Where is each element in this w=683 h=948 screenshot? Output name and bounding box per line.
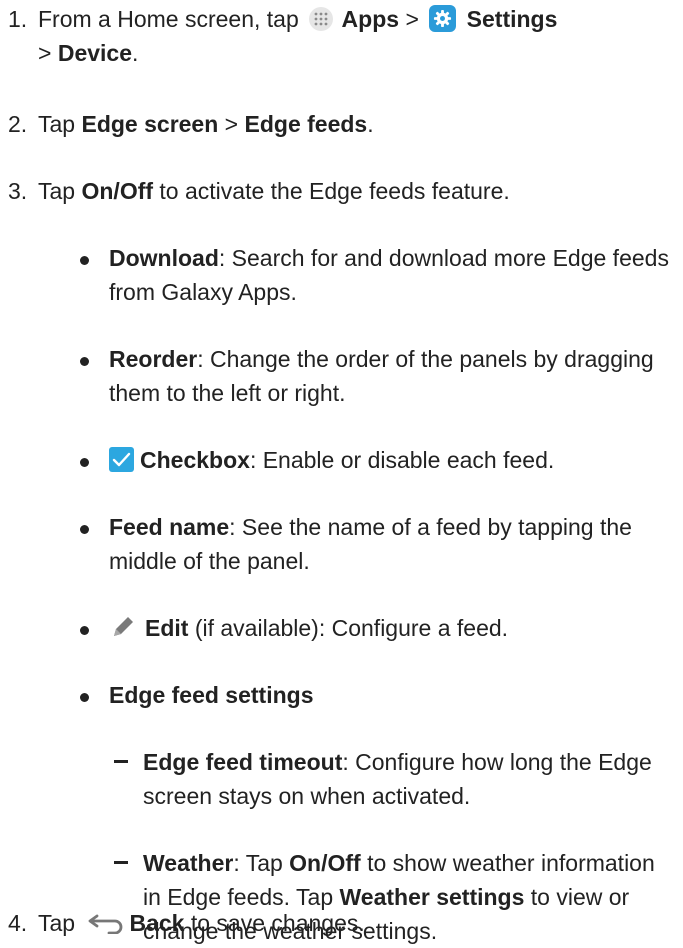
step-end: .: [132, 40, 139, 66]
settings-gear-icon: [429, 5, 457, 32]
bullet-text: Feed name: See the name of a feed by tap…: [109, 510, 677, 578]
bullet-text: Reorder: Change the order of the panels …: [109, 342, 677, 410]
bullet-desc: (if available): Configure a feed.: [188, 615, 509, 641]
step-text-segment: From a Home screen, tap: [38, 6, 299, 32]
bullet-dot: [80, 458, 89, 467]
bullet-text: Edit (if available): Configure a feed.: [109, 611, 677, 645]
edge-screen-label: Edge screen: [81, 111, 219, 137]
apps-label: Apps: [341, 6, 400, 32]
checkbox-checked-icon: [109, 447, 134, 472]
pencil-edit-icon: [109, 613, 137, 641]
separator: >: [405, 6, 419, 32]
step-text-segment: to save changes.: [190, 910, 365, 936]
bullet-dot: [80, 693, 89, 702]
on-off-label: On/Off: [81, 178, 154, 204]
bullet-title: Edge feed settings: [109, 682, 314, 708]
back-label: Back: [129, 910, 185, 936]
back-arrow-icon: [87, 909, 123, 935]
on-off-label: On/Off: [289, 850, 361, 876]
sub-item-dash: [114, 861, 128, 864]
step-text-segment: Tap: [38, 111, 76, 137]
step-number: 4.: [8, 910, 28, 936]
sub-item-dash: [114, 760, 128, 763]
bullet-dot: [80, 626, 89, 635]
bullet-dot: [80, 256, 89, 265]
sub-item-title: Weather: [143, 850, 234, 876]
bullet-text: Checkbox: Enable or disable each feed.: [109, 443, 677, 477]
step-text-segment: Tap: [38, 910, 76, 936]
step-text: From a Home screen, tap Apps > Settings …: [38, 2, 677, 70]
bullet-text: Download: Search for and download more E…: [109, 241, 677, 309]
apps-grid-icon: [309, 7, 334, 31]
bullet-title: Download: [109, 245, 219, 271]
sub-item-text: Edge feed timeout: Configure how long th…: [143, 745, 677, 813]
sub-item-desc: : Tap: [233, 850, 283, 876]
bullet-dot: [80, 525, 89, 534]
instruction-document: 1. From a Home screen, tap Apps > Settin…: [0, 0, 683, 944]
step-text-segment: Tap: [38, 178, 76, 204]
bullet-title: Feed name: [109, 514, 230, 540]
bullet-text: Edge feed settings: [109, 678, 677, 712]
bullet-dot: [80, 357, 89, 366]
step-number: 3.: [8, 178, 28, 204]
separator: >: [38, 40, 52, 66]
step-number: 2.: [8, 111, 28, 137]
bullet-title: Checkbox: [140, 447, 250, 473]
separator: >: [224, 111, 239, 137]
step-text: Tap Edge screen > Edge feeds.: [38, 107, 677, 141]
step-text: Tap On/Off to activate the Edge feeds fe…: [38, 174, 677, 208]
step-text: Tap Back to save changes.: [38, 906, 677, 940]
sub-item-title: Edge feed timeout: [143, 749, 343, 775]
bullet-desc: : Enable or disable each feed.: [249, 447, 555, 473]
bullet-title: Edit: [145, 615, 189, 641]
settings-label: Settings: [466, 6, 558, 32]
device-label: Device: [57, 40, 132, 66]
step-text-segment: to activate the Edge feeds feature.: [159, 178, 510, 204]
edge-feeds-label: Edge feeds: [244, 111, 368, 137]
bullet-title: Reorder: [109, 346, 198, 372]
step-number: 1.: [8, 6, 28, 32]
step-end: .: [367, 111, 374, 137]
